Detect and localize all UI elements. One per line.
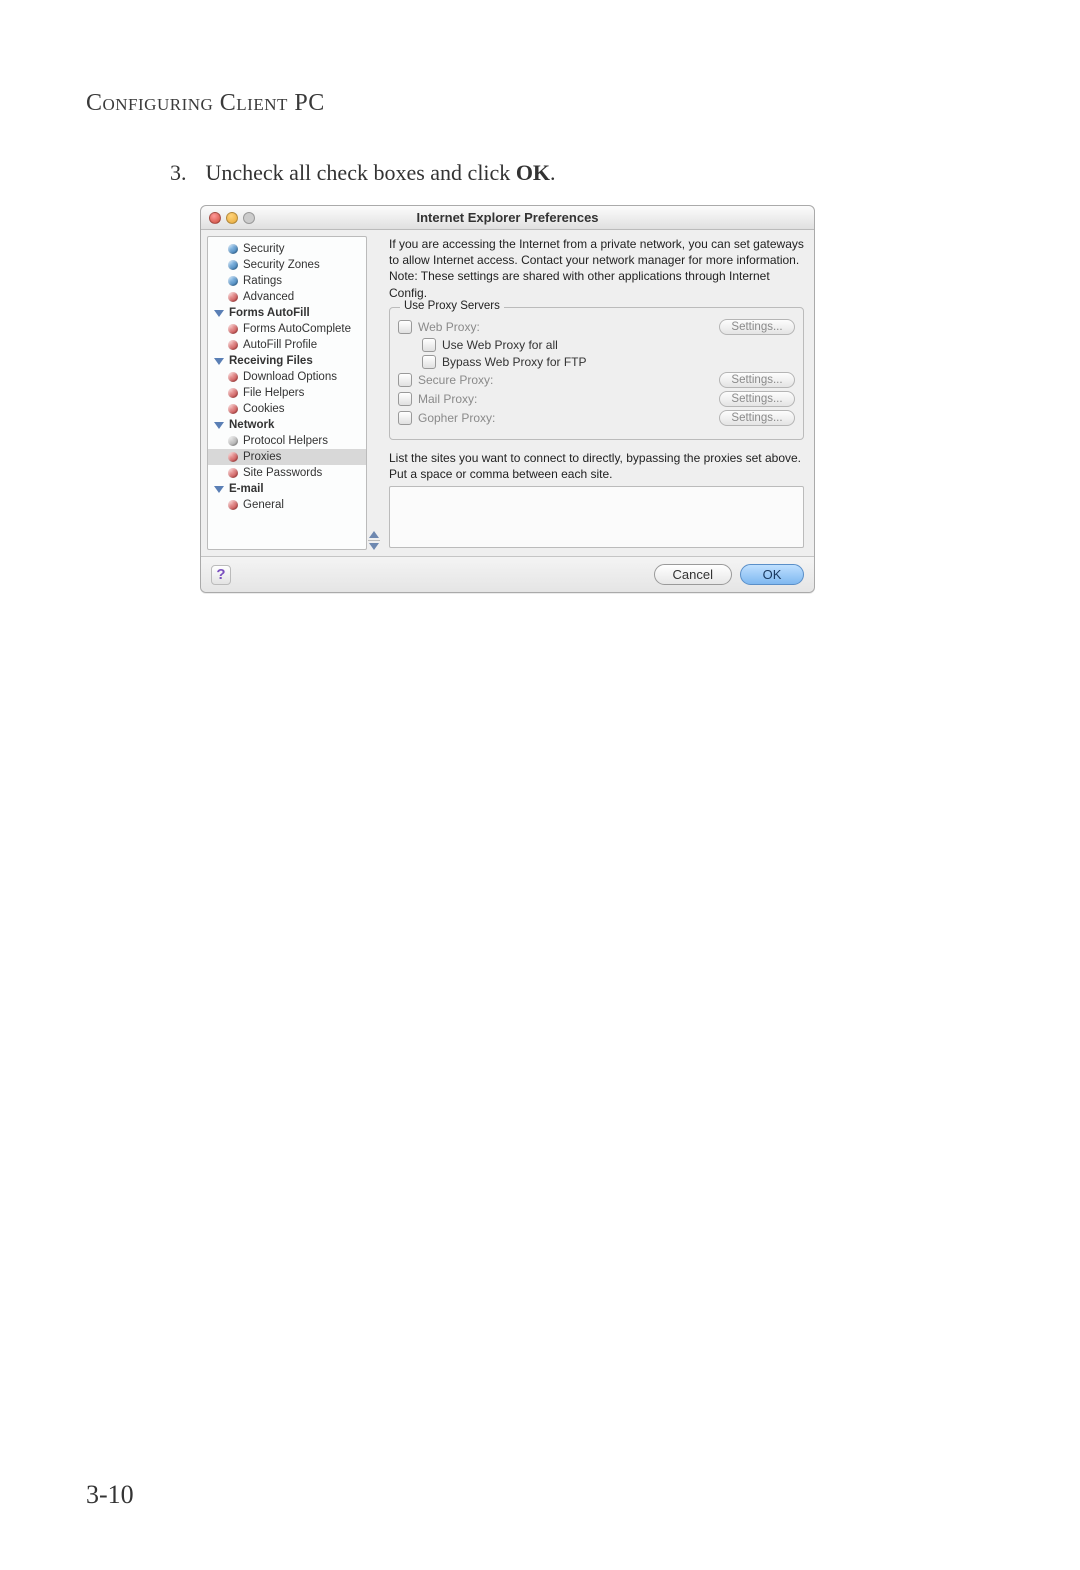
titlebar[interactable]: Internet Explorer Preferences [201, 206, 814, 230]
bullet-icon [228, 292, 238, 302]
bullet-icon [228, 260, 238, 270]
sidebar-item[interactable]: AutoFill Profile [208, 337, 366, 353]
scroll-divider [368, 540, 379, 541]
sidebar-item-label: Site Passwords [243, 467, 322, 479]
sidebar-item-label: Receiving Files [229, 355, 313, 367]
step-number: 3. [170, 160, 200, 186]
ok-button[interactable]: OK [740, 564, 804, 585]
help-button[interactable]: ? [211, 565, 231, 585]
bullet-icon [228, 500, 238, 510]
disclosure-down-icon [214, 310, 224, 317]
cancel-button[interactable]: Cancel [654, 564, 732, 585]
bullet-icon [228, 324, 238, 334]
sidebar: Security Security Zones Ratings Advanced For… [207, 236, 367, 550]
web-proxy-checkbox[interactable] [398, 320, 412, 334]
sidebar-item[interactable]: Protocol Helpers [208, 433, 366, 449]
sidebar-item[interactable]: Security [208, 241, 366, 257]
gopher-proxy-label: Gopher Proxy: [418, 411, 713, 425]
gopher-proxy-settings-button[interactable]: Settings... [719, 410, 795, 426]
window-title: Internet Explorer Preferences [201, 210, 814, 225]
sidebar-item-label: Forms AutoComplete [243, 323, 351, 335]
sidebar-item-label: Security Zones [243, 259, 320, 271]
sidebar-item-label: File Helpers [243, 387, 304, 399]
gopher-proxy-checkbox[interactable] [398, 411, 412, 425]
bullet-icon [228, 452, 238, 462]
sidebar-item-label: Security [243, 243, 285, 255]
web-proxy-settings-button[interactable]: Settings... [719, 319, 795, 335]
sidebar-item-label: Download Options [243, 371, 337, 383]
bullet-icon [228, 468, 238, 478]
secure-proxy-settings-button[interactable]: Settings... [719, 372, 795, 388]
sidebar-group[interactable]: Network [208, 417, 366, 433]
sidebar-item[interactable]: Site Passwords [208, 465, 366, 481]
sidebar-item[interactable]: Proxies [208, 449, 366, 465]
instruction-text-post: . [550, 160, 556, 185]
bypass-ftp-checkbox[interactable] [422, 355, 436, 369]
instruction-ok: OK [516, 160, 550, 185]
sidebar-item-label: Advanced [243, 291, 294, 303]
instruction-step: 3. Uncheck all check boxes and click OK. [170, 160, 556, 186]
bullet-icon [228, 388, 238, 398]
sidebar-item-label: Forms AutoFill [229, 307, 310, 319]
use-web-proxy-all-label: Use Web Proxy for all [442, 338, 795, 352]
mail-proxy-checkbox[interactable] [398, 392, 412, 406]
page-number: 3-10 [86, 1480, 134, 1510]
minimize-icon[interactable] [226, 212, 238, 224]
groupbox-legend: Use Proxy Servers [400, 300, 504, 312]
intro-text: If you are accessing the Internet from a… [389, 236, 804, 301]
bullet-icon [228, 244, 238, 254]
sidebar-item[interactable]: Security Zones [208, 257, 366, 273]
secure-proxy-checkbox[interactable] [398, 373, 412, 387]
sidebar-group[interactable]: Forms AutoFill [208, 305, 366, 321]
bullet-icon [228, 276, 238, 286]
sidebar-item-label: General [243, 499, 284, 511]
sidebar-item[interactable]: Download Options [208, 369, 366, 385]
close-icon[interactable] [209, 212, 221, 224]
sidebar-item-label: Ratings [243, 275, 282, 287]
sidebar-item[interactable]: Cookies [208, 401, 366, 417]
sidebar-item[interactable]: Advanced [208, 289, 366, 305]
page-header: Configuring Client PC [86, 90, 325, 117]
scroll-down-icon[interactable] [369, 543, 379, 550]
bypass-note: List the sites you want to connect to di… [389, 450, 804, 482]
bullet-icon [228, 340, 238, 350]
web-proxy-label: Web Proxy: [418, 320, 713, 334]
bypass-sites-textarea[interactable] [389, 486, 804, 548]
sidebar-item-label: Cookies [243, 403, 285, 415]
sidebar-item-label: Protocol Helpers [243, 435, 328, 447]
sidebar-item[interactable]: Forms AutoComplete [208, 321, 366, 337]
scroll-up-icon[interactable] [369, 531, 379, 538]
disclosure-down-icon [214, 422, 224, 429]
instruction-text-pre: Uncheck all check boxes and click [206, 160, 516, 185]
sidebar-item-label: Network [229, 419, 274, 431]
sidebar-item[interactable]: General [208, 497, 366, 513]
mail-proxy-settings-button[interactable]: Settings... [719, 391, 795, 407]
mail-proxy-label: Mail Proxy: [418, 392, 713, 406]
bullet-icon [228, 436, 238, 446]
disclosure-down-icon [214, 486, 224, 493]
scrollbar[interactable] [367, 230, 381, 556]
secure-proxy-label: Secure Proxy: [418, 373, 713, 387]
traffic-lights [201, 212, 255, 224]
bullet-icon [228, 404, 238, 414]
preferences-window: Internet Explorer Preferences SecuritySe… [200, 205, 815, 593]
use-web-proxy-all-checkbox[interactable] [422, 338, 436, 352]
sidebar-item-label: E-mail [229, 483, 264, 495]
disclosure-down-icon [214, 358, 224, 365]
sidebar-group[interactable]: Receiving Files [208, 353, 366, 369]
sidebar-item-label: Proxies [243, 451, 281, 463]
sidebar-item-label: AutoFill Profile [243, 339, 317, 351]
proxy-groupbox: Use Proxy Servers Web Proxy: Settings...… [389, 307, 804, 440]
content-pane: If you are accessing the Internet from a… [381, 230, 814, 556]
bullet-icon [228, 372, 238, 382]
dialog-footer: ? Cancel OK [201, 556, 814, 592]
sidebar-group[interactable]: E-mail [208, 481, 366, 497]
zoom-icon[interactable] [243, 212, 255, 224]
sidebar-item[interactable]: File Helpers [208, 385, 366, 401]
bypass-ftp-label: Bypass Web Proxy for FTP [442, 355, 795, 369]
sidebar-item[interactable]: Ratings [208, 273, 366, 289]
